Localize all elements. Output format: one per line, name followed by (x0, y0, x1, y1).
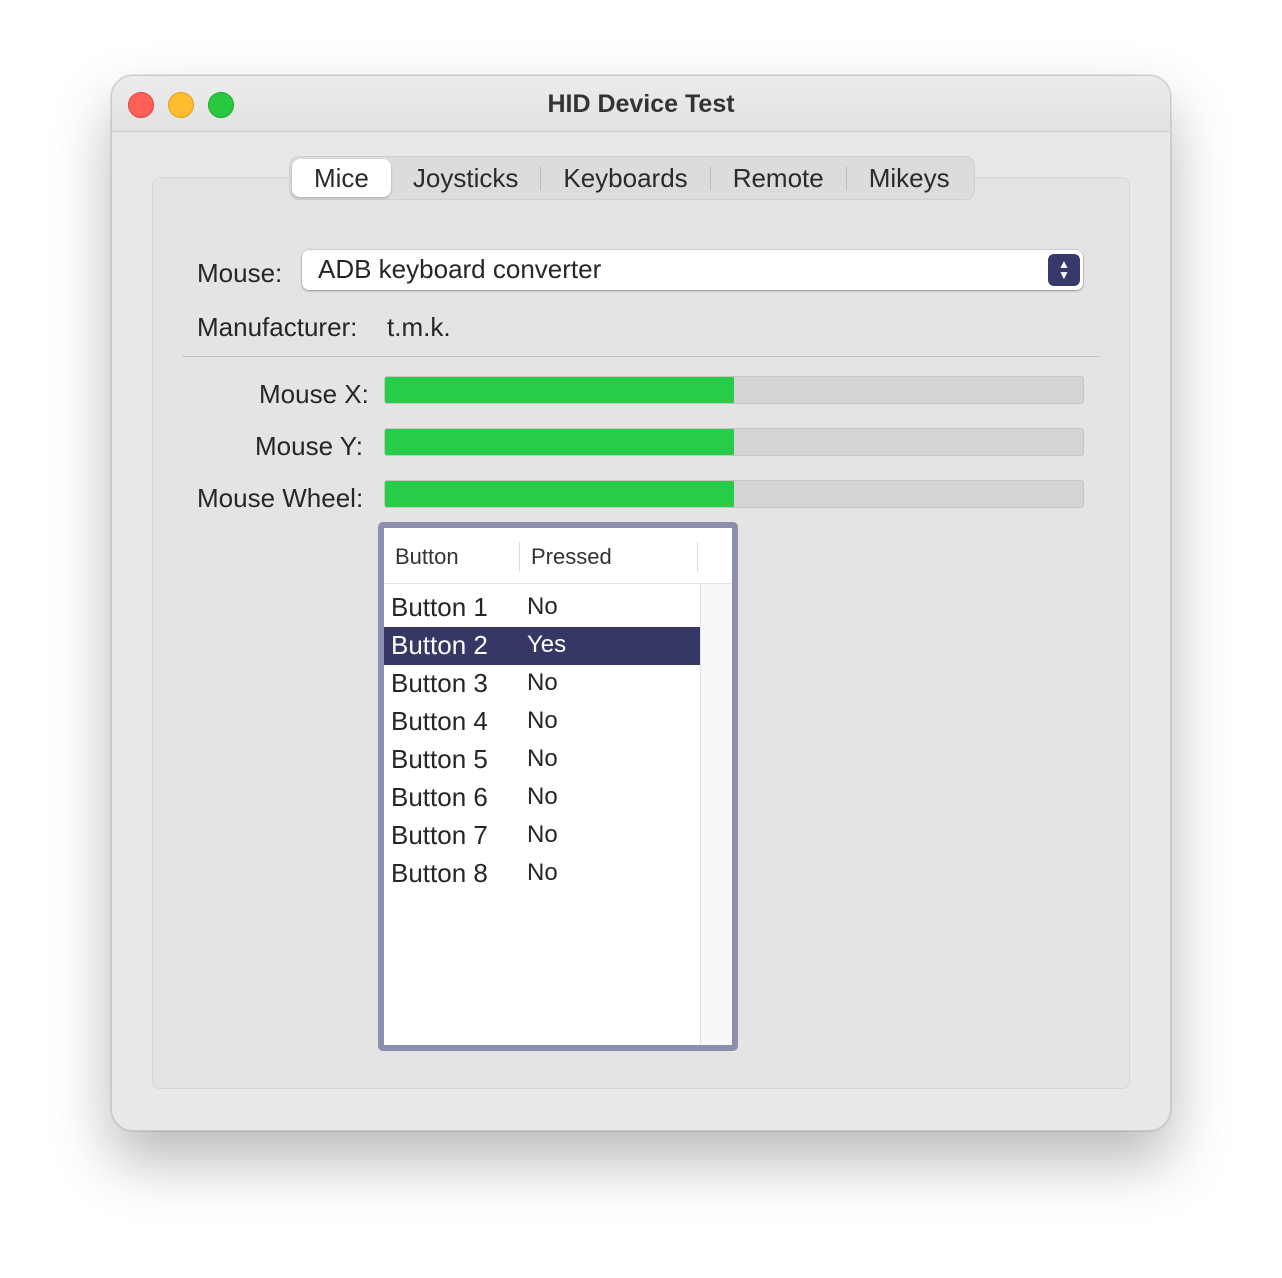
mouse-x-bar-fill (385, 377, 734, 403)
button-name-cell: Button 2 (391, 630, 488, 660)
up-down-chevron-icon: ▲ ▼ (1048, 254, 1080, 286)
buttons-table[interactable]: Button Pressed Button 1 No Button 2 Yes … (378, 522, 738, 1051)
tab-bar: Mice Joysticks Keyboards Remote Mikeys (289, 156, 975, 200)
divider (182, 356, 1100, 357)
table-body: Button 1 No Button 2 Yes Button 3 No But… (384, 589, 700, 893)
table-row[interactable]: Button 7 No (384, 817, 700, 855)
button-name-cell: Button 6 (391, 782, 488, 812)
pressed-cell: No (527, 593, 558, 620)
pressed-cell: No (527, 707, 558, 734)
pressed-cell: No (527, 859, 558, 886)
button-name-cell: Button 7 (391, 820, 488, 850)
mouse-x-bar (384, 376, 1084, 404)
table-row[interactable]: Button 3 No (384, 665, 700, 703)
button-name-cell: Button 8 (391, 858, 488, 888)
tab-keyboards[interactable]: Keyboards (541, 159, 709, 197)
pressed-cell: No (527, 745, 558, 772)
table-row[interactable]: Button 1 No (384, 589, 700, 627)
tab-mikeys[interactable]: Mikeys (847, 159, 972, 197)
pressed-cell: No (527, 783, 558, 810)
column-separator (519, 542, 520, 572)
table-row[interactable]: Button 5 No (384, 741, 700, 779)
table-row[interactable]: Button 8 No (384, 855, 700, 893)
table-row[interactable]: Button 2 Yes (384, 627, 700, 665)
manufacturer-label: Manufacturer: (197, 312, 358, 342)
mouse-label: Mouse: (197, 258, 283, 288)
column-separator (697, 542, 698, 572)
mouse-y-bar (384, 428, 1084, 456)
mouse-wheel-bar (384, 480, 1084, 508)
tab-remote[interactable]: Remote (711, 159, 846, 197)
pressed-cell: No (527, 821, 558, 848)
mouse-popup-value: ADB keyboard converter (318, 254, 602, 284)
pressed-cell: No (527, 669, 558, 696)
button-name-cell: Button 4 (391, 706, 488, 736)
mouse-popup-button[interactable]: ADB keyboard converter ▲ ▼ (302, 250, 1083, 290)
mouse-wheel-bar-fill (385, 481, 734, 507)
table-header: Button Pressed (384, 528, 732, 584)
column-header-pressed[interactable]: Pressed (531, 544, 612, 570)
mouse-y-bar-fill (385, 429, 734, 455)
button-name-cell: Button 5 (391, 744, 488, 774)
mouse-y-label: Mouse Y: (255, 431, 363, 461)
manufacturer-value: t.m.k. (387, 312, 451, 342)
title-bar[interactable]: HID Device Test (112, 76, 1170, 132)
column-header-button[interactable]: Button (395, 544, 459, 570)
table-row[interactable]: Button 6 No (384, 779, 700, 817)
mouse-x-label: Mouse X: (259, 379, 369, 409)
app-window: HID Device Test Mice Joysticks Keyboards… (111, 75, 1171, 1131)
pressed-cell: Yes (527, 631, 567, 658)
window-title: HID Device Test (547, 90, 735, 118)
table-row[interactable]: Button 4 No (384, 703, 700, 741)
tab-mice[interactable]: Mice (292, 159, 391, 197)
vertical-scrollbar[interactable] (700, 584, 732, 1045)
mouse-wheel-label: Mouse Wheel: (197, 483, 364, 513)
button-name-cell: Button 1 (391, 592, 488, 622)
button-name-cell: Button 3 (391, 668, 488, 698)
tab-joysticks[interactable]: Joysticks (391, 159, 540, 197)
